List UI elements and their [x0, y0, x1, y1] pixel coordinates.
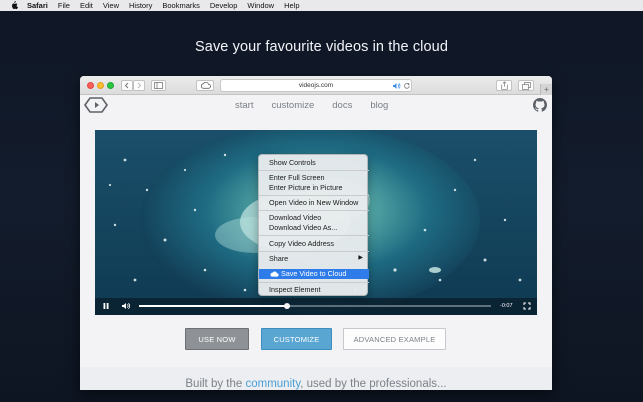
menu-bar: Safari File Edit View History Bookmarks … — [0, 0, 643, 11]
back-button[interactable] — [121, 80, 133, 91]
menu-item-download-video[interactable]: Download Video — [259, 213, 369, 222]
menu-item-save-video-to-cloud[interactable]: Save Video to Cloud — [259, 269, 369, 279]
minimize-window-button[interactable] — [97, 82, 104, 89]
menu-safari[interactable]: Safari — [27, 0, 48, 11]
menu-separator — [259, 170, 369, 171]
github-icon — [533, 98, 548, 112]
menu-help[interactable]: Help — [284, 0, 299, 11]
menu-separator — [259, 210, 369, 211]
menu-item-share[interactable]: Share ▶ — [259, 254, 369, 263]
forward-button[interactable] — [133, 80, 145, 91]
menu-window[interactable]: Window — [247, 0, 274, 11]
menu-item-enter-full-screen[interactable]: Enter Full Screen — [259, 173, 369, 182]
advanced-example-button[interactable]: ADVANCED EXAMPLE — [343, 328, 446, 350]
menu-separator — [259, 282, 369, 283]
menu-separator — [259, 235, 369, 236]
nav-start[interactable]: start — [235, 99, 253, 112]
video-control-bar: -0:07 — [95, 298, 537, 315]
site-nav: start customize docs blog — [80, 95, 552, 116]
menu-file[interactable]: File — [58, 0, 70, 11]
tagline-prefix: Built by the — [185, 378, 246, 390]
progress-fill — [139, 305, 287, 307]
url-text: videojs.com — [298, 82, 334, 89]
menu-edit[interactable]: Edit — [80, 0, 93, 11]
pause-icon[interactable] — [102, 302, 110, 310]
videojs-logo[interactable] — [84, 97, 108, 118]
menu-separator — [259, 251, 369, 252]
tabs-icon — [521, 81, 531, 90]
menu-separator — [259, 195, 369, 196]
customize-button[interactable]: CUSTOMIZE — [261, 328, 332, 350]
menu-bookmarks[interactable]: Bookmarks — [162, 0, 200, 11]
hero-title: Save your favourite videos in the cloud — [195, 39, 448, 55]
browser-toolbar: videojs.com — [80, 76, 552, 95]
menu-item-copy-video-address[interactable]: Copy Video Address — [259, 239, 369, 248]
tagline-middle: , used by the — [300, 378, 370, 390]
progress-handle[interactable] — [283, 303, 290, 309]
close-window-button[interactable] — [87, 82, 94, 89]
menu-item-inspect-element[interactable]: Inspect Element — [259, 285, 369, 294]
tagline: Built by the community, used by the prof… — [80, 378, 552, 390]
nav-customize[interactable]: customize — [271, 99, 314, 112]
progress-bar[interactable] — [139, 303, 491, 309]
nav-blog[interactable]: blog — [370, 99, 388, 112]
submenu-arrow-icon: ▶ — [358, 255, 363, 261]
tabs-overview-button[interactable] — [518, 80, 534, 91]
volume-icon[interactable] — [121, 302, 131, 310]
menu-item-open-video-new-window[interactable]: Open Video in New Window — [259, 198, 369, 207]
github-link[interactable] — [533, 98, 548, 117]
use-now-button[interactable]: USE NOW — [185, 328, 249, 350]
chevron-left-icon — [124, 82, 129, 89]
cloud-extension-button[interactable] — [196, 80, 214, 91]
speaker-icon[interactable] — [392, 82, 401, 90]
logo-icon — [84, 97, 108, 113]
community-link[interactable]: community — [245, 378, 300, 390]
chevron-right-icon — [137, 82, 142, 89]
menu-item-download-video-as[interactable]: Download Video As... — [259, 223, 369, 232]
cloud-icon — [270, 271, 279, 277]
apple-icon[interactable] — [10, 1, 19, 10]
time-remaining: -0:07 — [500, 303, 513, 309]
share-label: Share — [269, 254, 289, 263]
reload-icon[interactable] — [403, 82, 411, 90]
share-button[interactable] — [496, 80, 512, 91]
menu-develop[interactable]: Develop — [210, 0, 238, 11]
fullscreen-icon[interactable] — [523, 302, 531, 310]
cloud-icon — [200, 82, 211, 89]
new-tab-button[interactable]: + — [540, 84, 552, 95]
nav-docs[interactable]: docs — [332, 99, 352, 112]
menu-history[interactable]: History — [129, 0, 152, 11]
save-video-label: Save Video to Cloud — [281, 269, 347, 278]
share-icon — [500, 81, 508, 90]
menu-item-picture-in-picture[interactable]: Enter Picture in Picture — [259, 183, 369, 192]
sidebar-button[interactable] — [151, 80, 166, 91]
sidebar-icon — [154, 82, 163, 89]
tagline-professionals: professionals... — [369, 378, 447, 390]
context-menu: Show Controls Enter Full Screen Enter Pi… — [258, 154, 369, 296]
zoom-window-button[interactable] — [107, 82, 114, 89]
menu-view[interactable]: View — [103, 0, 119, 11]
address-bar[interactable]: videojs.com — [220, 79, 412, 92]
menu-item-show-controls[interactable]: Show Controls — [259, 158, 369, 167]
